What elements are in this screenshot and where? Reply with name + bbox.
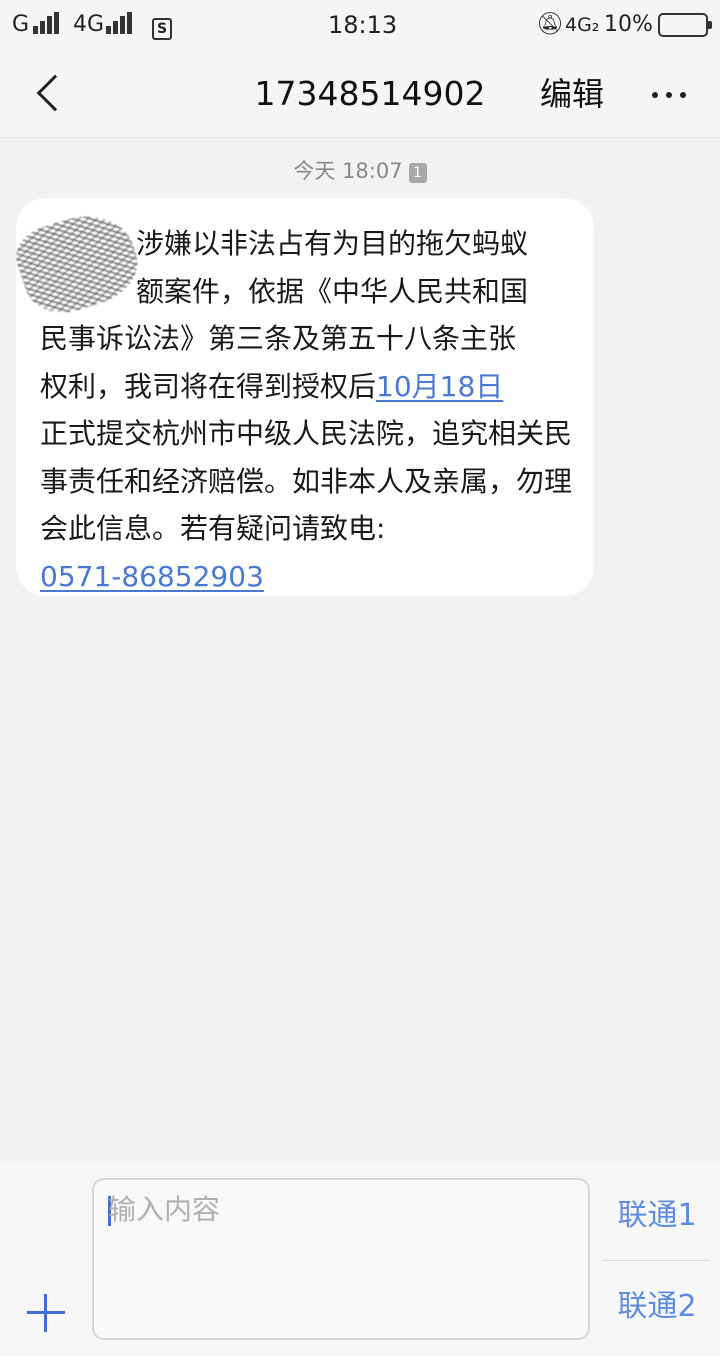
message-timestamp: 今天 18:07 1 (0, 155, 720, 185)
signal-1-icon (33, 10, 61, 40)
mute-bell-icon: 🔕︎ (536, 12, 564, 37)
clock: 18:13 (328, 11, 398, 39)
message-input[interactable]: 输入内容 (92, 1178, 590, 1340)
send-divider (602, 1260, 710, 1261)
date-link[interactable]: 10月18日 (376, 370, 503, 403)
conversation-title: 17348514902 (254, 74, 486, 113)
sms-conversation-screen: G 4G S 18:13 🔕︎ 4G₂ 10% 17348514902 编辑 今… (0, 0, 720, 1356)
plus-icon[interactable] (27, 1294, 65, 1332)
message-text: 正式提交杭州市中级人民法院，追究相关民事责任和经济赔偿。如非本人及亲属，勿理会此… (40, 417, 573, 545)
more-horizontal-icon[interactable] (652, 92, 686, 98)
status-bar: G 4G S 18:13 🔕︎ 4G₂ 10% (0, 0, 720, 50)
message-line: 权利，我司将在得到授权后10月18日 (40, 363, 580, 411)
received-message-bubble[interactable]: 涉嫌以非法占有为目的拖欠蚂蚁 额案件，依据《中华人民共和国 民事诉讼法》第三条及… (8, 198, 594, 596)
send-sim2-button[interactable]: 联通2 (602, 1287, 712, 1327)
nav-bar: 17348514902 编辑 (0, 50, 720, 138)
battery-percent: 10% (604, 12, 653, 37)
chevron-left-icon[interactable] (36, 74, 74, 112)
message-line: 民事诉讼法》第三条及第五十八条主张 (40, 322, 517, 355)
message-text: 权利，我司将在得到授权后 (40, 369, 377, 403)
carrier-1-label: G (12, 12, 30, 37)
timestamp-text: 今天 18:07 (293, 159, 403, 183)
sim-card-badge: 1 (408, 163, 427, 183)
battery-icon (658, 13, 712, 37)
phone-number-link[interactable]: 0571-86852903 (40, 560, 264, 593)
carrier-2-label: 4G (73, 12, 105, 37)
edit-button[interactable]: 编辑 (540, 72, 604, 116)
signal-2-icon (106, 10, 134, 40)
input-placeholder: 输入内容 (108, 1193, 221, 1226)
network-type-label: 4G₂ (565, 14, 600, 36)
composer-bar: 输入内容 联通1 联通2 (0, 1162, 720, 1356)
send-sim1-button[interactable]: 联通1 (602, 1196, 712, 1236)
sim-status-icon: S (152, 10, 172, 40)
